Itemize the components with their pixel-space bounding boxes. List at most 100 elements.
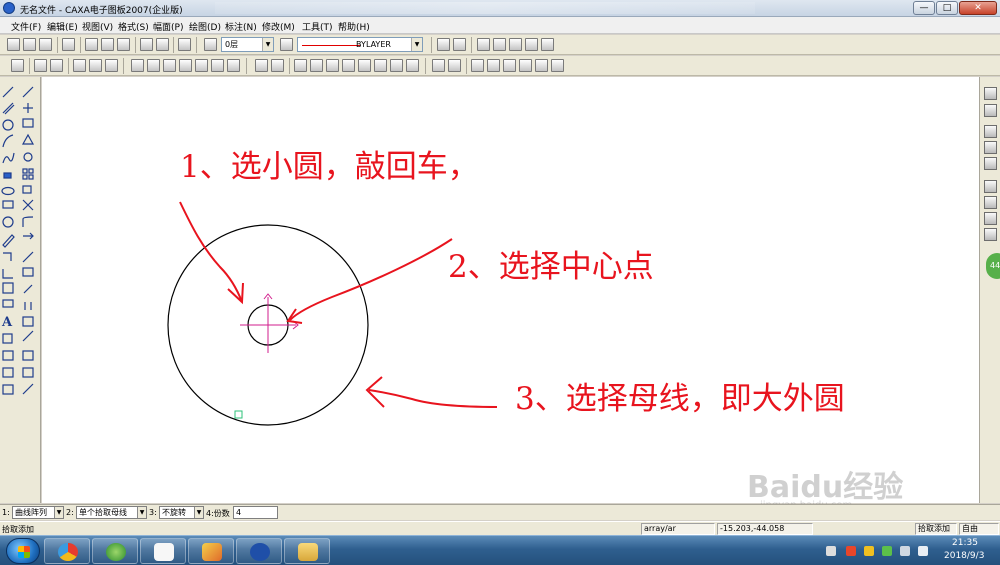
match-tool-icon[interactable] [22,316,34,327]
array-tool-icon[interactable] [28,168,34,174]
pan-tool-icon[interactable] [22,330,34,342]
fillet-tool-icon[interactable] [22,216,34,227]
rotate-mode-select[interactable]: 不旋转 ▼ [159,506,204,519]
help-icon[interactable] [178,38,191,51]
copies-input[interactable]: 4 [233,506,278,519]
tool-icon[interactable] [984,141,997,154]
tray-icon[interactable] [826,546,836,556]
menu-file[interactable]: 文件(F) [11,20,41,33]
start-button[interactable] [6,538,40,564]
tool-icon[interactable] [358,59,371,72]
point-tool-icon[interactable] [3,172,12,179]
text-tool-icon[interactable]: A [1,315,13,330]
menu-help[interactable]: 帮助(H) [338,20,370,33]
stretch-tool-icon[interactable] [22,267,34,277]
taskbar-app-caxa[interactable] [236,538,282,564]
taskbar-app[interactable] [188,538,234,564]
ellipse-tool-icon[interactable] [1,186,15,196]
tool-icon[interactable] [984,157,997,170]
zoom-icon[interactable] [519,59,532,72]
clock-time[interactable]: 21:35 [952,538,978,548]
image-tool-icon[interactable] [2,350,14,361]
pick-mode-select[interactable]: 单个拾取母线 ▼ [76,506,147,519]
taskbar-app[interactable] [284,538,330,564]
trim-tool-icon[interactable] [22,199,34,211]
tool-icon[interactable] [374,59,387,72]
tool-icon[interactable] [255,59,268,72]
tool-icon[interactable] [984,212,997,225]
drawing-canvas[interactable]: 1、选小圆，敲回车， 2、选择中心点 3、选择母线，即大外圆 Baidu经验 j… [42,77,979,511]
rectangle-tool-icon[interactable] [2,200,14,209]
menu-view[interactable]: 视图(V) [82,20,113,33]
zoom-icon[interactable] [551,59,564,72]
menu-modify[interactable]: 修改(M) [262,20,295,33]
taskbar-app[interactable] [44,538,90,564]
centerline-tool-icon[interactable] [3,252,12,261]
block-tool-icon[interactable] [2,333,13,344]
tool-icon[interactable] [50,59,63,72]
spline-tool-icon[interactable] [2,152,15,164]
color-icon[interactable] [280,38,293,51]
erase-tool-icon[interactable] [22,86,34,98]
zoom-icon[interactable] [503,59,516,72]
tool-icon[interactable] [73,59,86,72]
tool-icon[interactable] [406,59,419,72]
line-tool-icon[interactable] [2,86,14,98]
rotate-tool-icon[interactable] [23,152,33,162]
tool-icon[interactable] [310,59,323,72]
tool-icon[interactable] [509,38,522,51]
tray-icon[interactable] [846,546,856,556]
print-icon[interactable] [62,38,75,51]
tool-icon[interactable] [477,38,490,51]
tool-icon[interactable] [487,59,500,72]
tool-icon[interactable] [984,228,997,241]
tool-icon[interactable] [493,38,506,51]
break-tool-icon[interactable] [22,251,34,263]
linetype-select[interactable]: BYLAYER ▼ [297,37,423,52]
equidistant-tool-icon[interactable] [2,269,13,279]
array-tool-icon[interactable] [28,174,34,180]
tool-icon[interactable] [11,59,24,72]
network-icon[interactable] [900,546,910,556]
tool-icon[interactable] [271,59,284,72]
block-edit-icon[interactable] [22,350,34,361]
tool-icon[interactable] [147,59,160,72]
close-button[interactable]: ✕ [959,1,997,15]
tool-icon[interactable] [984,196,997,209]
undo-icon[interactable] [140,38,153,51]
tray-icon[interactable] [882,546,892,556]
wave-tool-icon[interactable] [2,299,14,308]
volume-icon[interactable] [918,546,928,556]
layer-select[interactable]: 0层 ▼ [221,37,274,52]
tool-icon[interactable] [390,59,403,72]
zoom-icon[interactable] [535,59,548,72]
polygon-tool-icon[interactable] [2,216,14,228]
taskbar-app[interactable] [92,538,138,564]
tool-icon[interactable] [541,38,554,51]
copy-icon[interactable] [101,38,114,51]
array-mode-select[interactable]: 曲线阵列 ▼ [12,506,64,519]
side-badge[interactable]: 44 [986,253,1000,279]
tool-icon[interactable] [89,59,102,72]
fill-tool-icon[interactable] [2,282,14,294]
tool-icon[interactable] [437,38,450,51]
cut-icon[interactable] [85,38,98,51]
extend-tool-icon[interactable] [23,232,34,240]
tool-icon[interactable] [984,125,997,138]
tool-icon[interactable] [453,38,466,51]
table-tool-icon[interactable] [2,367,14,378]
layer-icon[interactable] [204,38,217,51]
mirror-tool-icon[interactable] [21,133,35,145]
explode-tool-icon[interactable] [24,302,32,310]
minimize-button[interactable]: — [913,1,935,15]
tool-icon[interactable] [984,180,997,193]
new-file-icon[interactable] [7,38,20,51]
open-file-icon[interactable] [23,38,36,51]
tool-icon[interactable] [179,59,192,72]
scale-tool-icon[interactable] [22,185,32,194]
tool-icon[interactable] [471,59,484,72]
tool-icon[interactable] [163,59,176,72]
tool-icon[interactable] [227,59,240,72]
array-tool-icon[interactable] [22,174,28,180]
paste-icon[interactable] [117,38,130,51]
